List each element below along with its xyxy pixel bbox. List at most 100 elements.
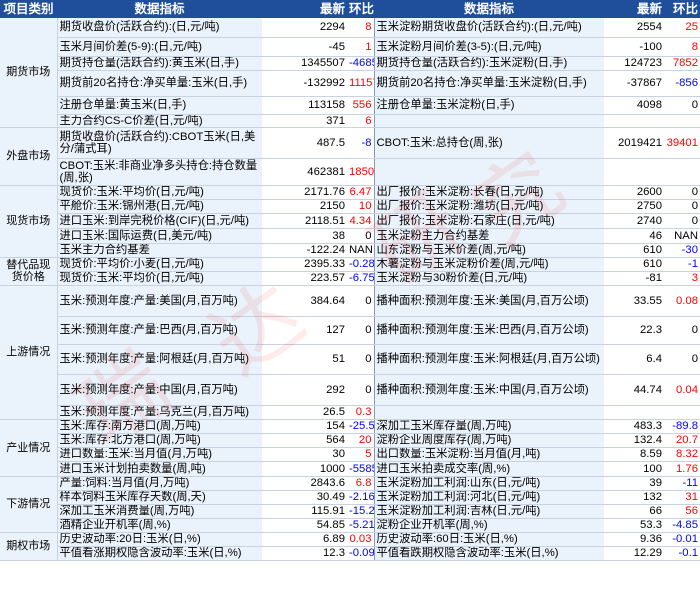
indicator-name-left: 期货前20名持仓:净买单量:玉米(日,手) [57, 70, 262, 97]
indicator-name-right: 木薯淀粉与玉米淀粉价差(周,元/吨) [373, 256, 604, 272]
indicator-name-left: 注册仓单量:黄玉米(日,手) [57, 96, 262, 115]
change-value-right: 7852 [664, 56, 700, 71]
change-value-left: 8 [347, 18, 374, 38]
latest-value-right: 33.55 [604, 284, 664, 317]
header-row: 项目类别 数据指标 最新 环比 数据指标 最新 环比 [0, 0, 700, 18]
commodity-data-sheet: 项目类别 数据指标 最新 环比 数据指标 最新 环比 期货市场 期货收盘价(活跃合… [0, 0, 700, 601]
latest-value-right: 4098 [604, 96, 664, 115]
indicator-table: 项目类别 数据指标 最新 环比 数据指标 最新 环比 期货市场 期货收盘价(活跃合… [0, 0, 700, 561]
latest-value-left: 2171.76 [262, 184, 347, 200]
indicator-name-left: 期货收盘价(活跃合约):CBOT玉米(日,美分/蒲式耳) [57, 126, 262, 159]
header-latest-left: 最新 [262, 0, 347, 18]
change-value-left: 6.47 [347, 184, 374, 200]
change-value-left: 6 [347, 114, 374, 128]
latest-value-left: 26.5 [262, 405, 347, 420]
table-row: 期货市场 期货收盘价(活跃合约):(日,元/吨) 2294 8 玉米淀粉期货收盘价(活跃… [0, 18, 700, 128]
indicator-name-left: 酒精企业开机率(周,%) [57, 518, 262, 533]
change-value-left: NAN [347, 243, 374, 258]
table-row: 玉米:预测年度:产量:中国(月,百万吨) 292 0 播种面积:预测年度:玉米:中国(… [0, 374, 700, 406]
indicator-name-right: 玉米淀粉加工利润:吉林(日,元/吨) [373, 504, 604, 519]
change-value-right: NAN [664, 228, 700, 244]
table-row: 产业情况 玉米:库存:南方港口(周,万吨) 154 -25.5 深加工玉米库存量(周,万… [0, 418, 700, 477]
latest-value-right: 132 [604, 490, 664, 505]
indicator-name-right: 玉米淀粉月间价差(3-5):(日,元/吨) [373, 37, 604, 57]
indicator-name-left: 进口玉米:国际运费(日,美元/吨) [57, 228, 262, 244]
change-value-right [664, 158, 700, 186]
change-value-right: -1 [664, 256, 700, 272]
table-row: 酒精企业开机率(周,%) 54.85 -5.21 淀粉企业开机率(周,%) 53.3 -4… [0, 518, 700, 533]
latest-value-right: 22.3 [604, 316, 664, 345]
header-change-right: 环比 [664, 0, 700, 18]
indicator-name-left: 主力合约CS-C价差(日,元/吨) [57, 114, 262, 128]
change-value-left: -0.09 [347, 546, 374, 561]
latest-value-right: 8.59 [604, 447, 664, 462]
indicator-name-right: 山东淀粉与玉米价差(周,元/吨) [373, 243, 604, 258]
latest-value-right: 610 [604, 243, 664, 258]
change-value-left: 6.8 [347, 475, 374, 491]
indicator-name-right: 出厂报价:玉米淀粉:石家庄(日,元/吨) [373, 213, 604, 229]
change-value-right: -30 [664, 243, 700, 258]
header-latest-right: 最新 [604, 0, 664, 18]
change-value-right: 1.76 [664, 461, 700, 477]
latest-value-right [604, 405, 664, 420]
latest-value-right: 2600 [604, 184, 664, 200]
indicator-name-left: 玉米:库存:南方港口(周,万吨) [57, 418, 262, 434]
latest-value-left: 30 [262, 447, 347, 462]
category-cell: 现货市场 [0, 184, 58, 258]
change-value-right: 8 [664, 37, 700, 57]
change-value-left: -6.75 [347, 271, 374, 286]
latest-value-left: 113158 [262, 96, 347, 115]
indicator-name-right: 出厂报价:玉米淀粉:长春(日,元/吨) [373, 184, 604, 200]
latest-value-right: 132.4 [604, 433, 664, 448]
indicator-name-right: 播种面积:预测年度:玉米:巴西(月,百万公顷) [373, 316, 604, 345]
change-value-right: 0 [664, 199, 700, 214]
latest-value-left: 371 [262, 114, 347, 128]
table-row: 期货持仓量(活跃合约):黄玉米(日,手)1345507-4685期货持仓量(活跃… [0, 56, 700, 71]
latest-value-right: 610 [604, 256, 664, 272]
latest-value-left: 154 [262, 418, 347, 434]
change-value-left: 0.3 [347, 405, 374, 420]
latest-value-left: 2843.6 [262, 475, 347, 491]
change-value-right: 20.7 [664, 433, 700, 448]
latest-value-right: 100 [604, 461, 664, 477]
change-value-right: 25 [664, 18, 700, 38]
latest-value-left: 54.85 [262, 518, 347, 533]
latest-value-left: -45 [262, 37, 347, 57]
indicator-name-right: 历史波动率:60日:玉米(日,%) [373, 531, 604, 547]
indicator-name-left: 平值看涨期权隐含波动率:玉米(日,%) [57, 546, 262, 561]
change-value-right: 8.32 [664, 447, 700, 462]
change-value-left: -0.28 [347, 256, 374, 272]
indicator-name-right: 期货持仓量(活跃合约):玉米淀粉(日,手) [373, 56, 604, 71]
change-value-left: 0 [347, 374, 374, 406]
table-row: 玉米月间价差(5-9):(日,元/吨) -45 1 玉米淀粉月间价差(3-5):(日,… [0, 37, 700, 57]
latest-value-left: 6.89 [262, 531, 347, 547]
change-value-right: 0 [664, 344, 700, 375]
latest-value-left: 564 [262, 433, 347, 448]
table-row: 注册仓单量:黄玉米(日,手) 113158 556 注册仓单量:玉米淀粉(日,手) 40… [0, 96, 700, 115]
latest-value-left: 12.3 [262, 546, 347, 561]
latest-value-left: 1000 [262, 461, 347, 477]
header-category: 项目类别 [0, 0, 57, 18]
table-row: 深加工玉米消费量(周,万吨)115.91-15.21玉米淀粉加工利润:吉林(日,… [0, 504, 700, 519]
change-value-left: 0 [347, 344, 374, 375]
change-value-left: 0.03 [347, 531, 374, 547]
table-row: 现货市场 现货价:玉米:平均价(日,元/吨) 2171.76 6.47 出厂报价:玉米淀… [0, 184, 700, 258]
indicator-name-left: 玉米:预测年度:产量:中国(月,百万吨) [57, 374, 262, 406]
latest-value-right: 2740 [604, 213, 664, 229]
latest-value-left: 30.49 [262, 490, 347, 505]
table-row: 玉米:预测年度:产量:阿根廷(月,百万吨) 51 0 播种面积:预测年度:玉米:阿根廷… [0, 344, 700, 375]
indicator-name-right: 播种面积:预测年度:玉米:中国(月,百万公顷) [373, 374, 604, 406]
change-value-left: 0 [347, 316, 374, 345]
change-value-right: 0 [664, 213, 700, 229]
change-value-right: 31 [664, 490, 700, 505]
header-indicator-left: 数据指标 [57, 0, 262, 18]
indicator-name-left: 玉米:预测年度:产量:乌克兰(月,百万吨) [57, 405, 262, 420]
table-row: 外盘市场 期货收盘价(活跃合约):CBOT玉米(日,美分/蒲式耳) 487.5 -8 C… [0, 126, 700, 186]
indicator-name-left: 进口玉米计划拍卖数量(周,吨) [57, 461, 262, 477]
latest-value-right: 66 [604, 504, 664, 519]
table-row: 期货前20名持仓:净买单量:玉米(日,手)-13299211157期货前20名持… [0, 70, 700, 97]
latest-value-left: 2118.51 [262, 213, 347, 229]
change-value-left: 4.34 [347, 213, 374, 229]
indicator-name-right: 玉米淀粉主力合约基差 [373, 228, 604, 244]
latest-value-left: 292 [262, 374, 347, 406]
